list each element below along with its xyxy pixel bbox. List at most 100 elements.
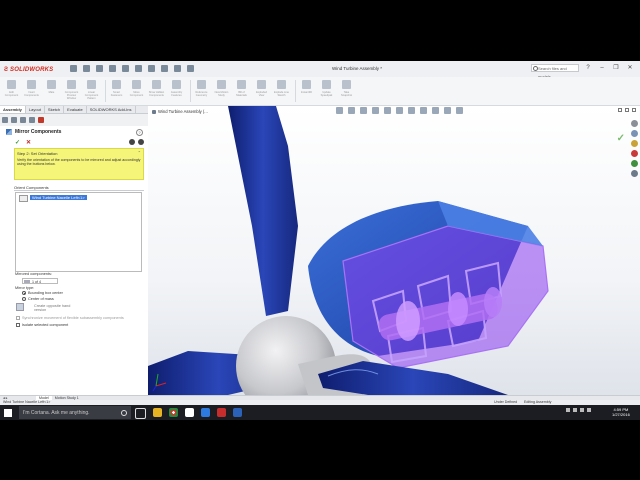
list-item-selected[interactable]: Wind Turbine Nacelle Left<1> <box>30 195 87 200</box>
collapse-icon[interactable]: ⌃ <box>138 150 141 155</box>
cmd-take-snapshot-button[interactable]: Take Snapshot <box>338 77 355 105</box>
cmd-exploded-view-button[interactable]: Exploded View <box>253 77 270 105</box>
tab-evaluate[interactable]: Evaluate <box>64 106 87 113</box>
isolate-checkbox[interactable]: Isolate selected component <box>16 323 68 327</box>
tab-layout[interactable]: Layout <box>26 106 45 113</box>
breadcrumb[interactable]: Wind Turbine Assembly (... <box>152 109 208 114</box>
minimize-button[interactable]: – <box>598 64 606 72</box>
solidworks-logo[interactable]: Ƨ SOLIDWORKS <box>4 65 53 74</box>
radio-button[interactable] <box>22 297 26 301</box>
cancel-button[interactable]: ✕ <box>26 139 31 146</box>
cmd-new-motion-study-button[interactable]: New Motion Study <box>213 77 230 105</box>
radio-button[interactable] <box>22 291 26 295</box>
cmd-insert-components-button[interactable]: Insert Components <box>23 77 40 105</box>
windows-start-icon[interactable] <box>4 409 12 417</box>
display-style-icon[interactable] <box>408 107 415 114</box>
view-settings-icon[interactable] <box>456 107 463 114</box>
cortana-search-box[interactable]: I'm Cortana. Ask me anything. <box>19 406 131 419</box>
undo-icon[interactable] <box>135 65 142 72</box>
tab-addins[interactable]: SOLIDWORKS Add-Ins <box>87 106 136 113</box>
select-icon[interactable] <box>161 65 168 72</box>
stepper-arrows-icon[interactable] <box>24 280 30 283</box>
cmd-update-speedpak-button[interactable]: Update Speedpak <box>318 77 335 105</box>
cmd-reference-geometry-button[interactable]: Reference Geometry <box>193 77 210 105</box>
radio-bounding-box[interactable]: Bounding box center <box>22 291 63 295</box>
view-orientation-icon[interactable] <box>396 107 403 114</box>
search-input[interactable]: Search files and models <box>531 64 579 79</box>
taskbar-clock[interactable]: 4:59 PM 1/27/2016 <box>612 407 630 417</box>
feature-tree-icon[interactable] <box>2 117 8 123</box>
confirm-corner-check-icon[interactable]: ✓ <box>617 133 625 144</box>
open-icon[interactable] <box>96 65 103 72</box>
oriented-components-list[interactable]: Wind Turbine Nacelle Left<1> <box>15 192 142 272</box>
configuration-manager-icon[interactable] <box>20 117 26 123</box>
cmd-instant3d-button[interactable]: Instant3D <box>298 77 315 105</box>
options-icon[interactable] <box>187 65 194 72</box>
redo-icon[interactable] <box>148 65 155 72</box>
windows-media-icon[interactable] <box>233 408 242 417</box>
cmd-linear-component-pattern-button[interactable]: Linear Component Pattern <box>83 77 100 105</box>
zoom-area-icon[interactable] <box>348 107 355 114</box>
previous-view-icon[interactable] <box>360 107 367 114</box>
chrome-icon[interactable] <box>169 408 178 417</box>
checkbox[interactable] <box>16 316 20 320</box>
network-icon[interactable] <box>573 408 577 412</box>
cmd-edit-component-button[interactable]: Edit Component <box>3 77 20 105</box>
view-palette-icon[interactable] <box>630 150 638 157</box>
property-manager-icon[interactable] <box>11 117 17 123</box>
solidworks-taskbar-icon[interactable] <box>217 408 226 417</box>
cmd-mate-button[interactable]: Mate <box>43 77 60 105</box>
cmd-bill-of-materials-button[interactable]: Bill of Materials <box>233 77 250 105</box>
viewport-maximize-icon[interactable] <box>625 108 629 112</box>
edge-icon[interactable] <box>201 408 210 417</box>
viewport-minimize-icon[interactable] <box>618 108 622 112</box>
cmd-show-hidden-components-button[interactable]: Show Hidden Components <box>148 77 165 105</box>
custom-properties-icon[interactable] <box>630 170 638 177</box>
file-explorer-icon[interactable] <box>630 140 638 147</box>
cmd-component-preview-window-button[interactable]: Component Preview Window <box>63 77 80 105</box>
display-manager-icon[interactable] <box>38 117 44 123</box>
next-step-button[interactable] <box>138 139 144 145</box>
create-opposite-hand-icon[interactable] <box>16 303 24 311</box>
wind-turbine-model[interactable] <box>148 106 640 395</box>
previous-step-button[interactable] <box>129 139 135 145</box>
tab-assembly[interactable]: Assembly <box>0 106 26 113</box>
viewport-close-icon[interactable] <box>632 108 636 112</box>
help-icon[interactable]: ? <box>584 64 592 72</box>
close-button[interactable]: ✕ <box>626 64 634 72</box>
zoom-to-fit-icon[interactable] <box>336 107 343 114</box>
dimxpert-icon[interactable] <box>29 117 35 123</box>
store-icon[interactable] <box>185 408 194 417</box>
print-icon[interactable] <box>122 65 129 72</box>
keyboard-icon[interactable] <box>587 408 591 412</box>
component-stepper[interactable]: 1 of 4 <box>22 278 58 284</box>
graphics-area[interactable]: Wind Turbine Assembly (... ✓ <box>148 106 640 395</box>
sync-movement-checkbox[interactable]: Synchronize movement of flexible subasse… <box>16 316 124 320</box>
tab-sketch[interactable]: Sketch <box>45 106 65 113</box>
save-icon[interactable] <box>109 65 116 72</box>
microphone-icon[interactable] <box>121 409 127 416</box>
volume-icon[interactable] <box>580 408 584 412</box>
section-view-icon[interactable] <box>372 107 379 114</box>
radio-center-of-mass[interactable]: Center of mass <box>22 297 54 301</box>
cmd-assembly-features-button[interactable]: Assembly Features <box>168 77 185 105</box>
rebuild-icon[interactable] <box>174 65 181 72</box>
chevron-up-icon[interactable] <box>566 408 570 412</box>
edit-appearance-icon[interactable] <box>432 107 439 114</box>
pm-help-icon[interactable]: ? <box>136 129 143 136</box>
new-icon[interactable] <box>83 65 90 72</box>
task-view-icon[interactable] <box>135 408 146 419</box>
cmd-smart-fasteners-button[interactable]: Smart Fasteners <box>108 77 125 105</box>
restore-button[interactable]: ❐ <box>612 64 620 72</box>
dynamic-annotation-icon[interactable] <box>384 107 391 114</box>
hide-show-icon[interactable] <box>420 107 427 114</box>
apply-scene-icon[interactable] <box>444 107 451 114</box>
ok-button[interactable]: ✓ <box>15 139 20 146</box>
cmd-explode-line-sketch-button[interactable]: Explode Line Sketch <box>273 77 290 105</box>
appearances-icon[interactable] <box>630 160 638 167</box>
design-library-icon[interactable] <box>630 130 638 137</box>
resources-icon[interactable] <box>630 120 638 127</box>
home-icon[interactable] <box>70 65 77 72</box>
cmd-move-component-button[interactable]: Move Component <box>128 77 145 105</box>
file-explorer-taskbar-icon[interactable] <box>153 408 162 417</box>
